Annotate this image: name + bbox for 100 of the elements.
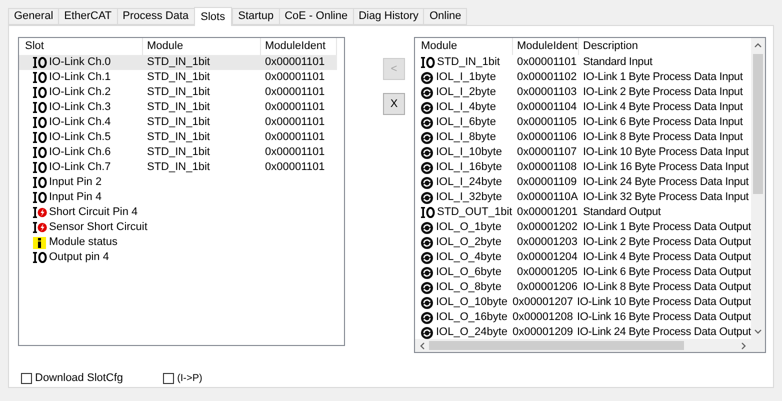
module-ident: 0x00001205 — [516, 266, 578, 278]
scroll-down-icon[interactable] — [754, 329, 762, 335]
module-row[interactable]: STD_OUT_1bit 0x00001201 Standard Output — [415, 205, 751, 220]
checkbox[interactable] — [163, 372, 174, 384]
slot-name: Output pin 4 — [49, 250, 109, 266]
tab[interactable]: Startup — [232, 8, 279, 25]
module-row[interactable]: IOL_I_4byte 0x00001104 IO-Link 4 Byte Process Data Input — [415, 100, 751, 115]
slot-row[interactable]: IO-Link Ch.5 STD_IN_1bit 0x00001101 — [19, 130, 337, 145]
module-ident: 0x00001104 — [517, 101, 577, 114]
slot-row[interactable]: Short Circuit Pin 4 — [19, 205, 337, 220]
module-ident: 0x00001106 — [517, 131, 577, 144]
slot-row[interactable]: Sensor Short Circuit — [19, 220, 337, 235]
module-row[interactable]: IOL_I_24byte 0x00001109 IO-Link 24 Byte Process Data Input — [415, 175, 751, 190]
slot-row[interactable]: Input Pin 4 — [19, 190, 337, 205]
slot-name: IO-Link Ch.4 — [49, 115, 111, 130]
scroll-thumb[interactable] — [753, 54, 763, 194]
slot-name: Input Pin 2 — [49, 175, 102, 190]
tab[interactable]: Online — [423, 8, 468, 25]
module-row[interactable]: IOL_O_24byte 0x00001209 IO-Link 24 Byte Process Data Output — [415, 325, 751, 339]
module-name: STD_IN_1bit — [147, 146, 210, 158]
module-ident: 0x00001201 — [517, 206, 578, 218]
checkbox-option[interactable]: Download SlotCfg — [21, 370, 124, 386]
module-row[interactable]: IOL_O_2byte 0x00001203 IO-Link 2 Byte Process Data Output — [415, 235, 751, 250]
slot-row[interactable]: Input Pin 2 — [19, 175, 337, 190]
column-header[interactable]: Description — [579, 38, 751, 55]
module-ident: 0x00001105 — [517, 116, 577, 128]
module-row[interactable]: IOL_O_1byte 0x00001202 IO-Link 1 Byte Process Data Output — [415, 220, 751, 235]
module-description: IO-Link 10 Byte Process Data Input — [583, 146, 749, 158]
slot-row[interactable]: IO-Link Ch.2 STD_IN_1bit 0x00001101 — [19, 85, 337, 100]
slot-row[interactable]: IO-Link Ch.6 STD_IN_1bit 0x00001101 — [19, 145, 337, 160]
checkbox-option[interactable]: (I->P) — [163, 370, 202, 386]
slot-row[interactable]: Module status — [19, 235, 337, 250]
slot-name: IO-Link Ch.2 — [49, 85, 111, 100]
module-description: IO-Link 8 Byte Process Data Output — [582, 281, 751, 294]
slot-row[interactable]: IO-Link Ch.3 STD_IN_1bit 0x00001101 — [19, 100, 337, 115]
module-description: IO-Link 4 Byte Process Data Output — [582, 251, 751, 264]
module-row[interactable]: IOL_I_6byte 0x00001105 IO-Link 6 Byte Process Data Input — [415, 115, 751, 130]
tab[interactable]: Diag History — [352, 8, 424, 25]
module-row[interactable]: IOL_I_10byte 0x00001107 IO-Link 10 Byte Process Data Input — [415, 145, 751, 160]
io-icon — [33, 162, 47, 173]
module-row[interactable]: IOL_O_6byte 0x00001205 IO-Link 6 Byte Process Data Output — [415, 265, 751, 280]
module-row[interactable]: IOL_I_16byte 0x00001108 IO-Link 16 Byte Process Data Input — [415, 160, 751, 175]
scroll-left-icon[interactable] — [419, 342, 425, 350]
io-icon — [33, 147, 47, 158]
io-icon — [33, 177, 47, 188]
slot-name: Module status — [49, 235, 118, 250]
cycle-icon — [421, 252, 433, 264]
vertical-scrollbar[interactable] — [751, 38, 765, 339]
cycle-icon — [421, 282, 433, 294]
module-ident: 0x00001101 — [265, 161, 325, 174]
tab[interactable]: Process Data — [116, 8, 194, 25]
cycle-icon — [421, 222, 433, 234]
module-description: IO-Link 2 Byte Process Data Input — [583, 86, 743, 98]
slot-name: IO-Link Ch.6 — [49, 145, 111, 160]
module-row[interactable]: IOL_I_2byte 0x00001103 IO-Link 2 Byte Process Data Input — [415, 85, 751, 100]
tab[interactable]: EtherCAT — [58, 8, 117, 25]
module-description: IO-Link 6 Byte Process Data Input — [583, 116, 743, 128]
column-header[interactable]: ModuleIdent — [513, 38, 579, 55]
module-description: Standard Output — [583, 206, 661, 218]
slot-name: IO-Link Ch.7 — [49, 160, 111, 176]
module-name: IOL_I_16byte — [436, 160, 502, 176]
module-ident: 0x00001208 — [512, 311, 574, 324]
module-name: IOL_O_8byte — [436, 280, 502, 296]
tab[interactable]: General — [8, 8, 58, 25]
module-row[interactable]: IOL_I_8byte 0x00001106 IO-Link 8 Byte Process Data Input — [415, 130, 751, 145]
cycle-icon — [421, 312, 433, 324]
module-name: IOL_O_1byte — [436, 220, 502, 236]
slot-row[interactable]: Output pin 4 — [19, 250, 337, 265]
cycle-icon — [421, 266, 433, 278]
module-description: IO-Link 8 Byte Process Data Input — [583, 131, 743, 144]
module-name: IOL_O_4byte — [436, 250, 502, 266]
module-name: IOL_I_6byte — [436, 115, 496, 130]
scroll-up-icon[interactable] — [754, 42, 762, 48]
module-row[interactable]: IOL_I_32byte 0x0000110A IO-Link 32 Byte Process Data Input — [415, 190, 751, 205]
module-row[interactable]: STD_IN_1bit 0x00001101 Standard Input — [415, 55, 751, 70]
module-ident: 0x00001101 — [265, 71, 325, 84]
tab[interactable]: CoE - Online — [278, 8, 353, 25]
checkbox[interactable] — [21, 372, 32, 384]
module-row[interactable]: IOL_O_16byte 0x00001208 IO-Link 16 Byte Process Data Output — [415, 310, 751, 325]
slot-name: Short Circuit Pin 4 — [49, 205, 138, 220]
slot-row[interactable]: IO-Link Ch.0 STD_IN_1bit 0x00001101 — [19, 55, 337, 70]
slot-row[interactable]: IO-Link Ch.1 STD_IN_1bit 0x00001101 — [19, 70, 337, 85]
io-icon — [421, 207, 435, 218]
module-name: IOL_O_10byte — [436, 295, 508, 310]
slot-row[interactable]: IO-Link Ch.4 STD_IN_1bit 0x00001101 — [19, 115, 337, 130]
remove-button[interactable]: X — [383, 93, 405, 115]
module-row[interactable]: IOL_O_10byte 0x00001207 IO-Link 10 Byte Process Data Output — [415, 295, 751, 310]
module-row[interactable]: IOL_O_8byte 0x00001206 IO-Link 8 Byte Process Data Output — [415, 280, 751, 295]
module-row[interactable]: IOL_I_1byte 0x00001102 IO-Link 1 Byte Process Data Input — [415, 70, 751, 85]
module-name: STD_IN_1bit — [147, 161, 210, 174]
scroll-right-icon[interactable] — [741, 342, 747, 350]
cycle-icon — [421, 162, 433, 174]
module-ident: 0x00001207 — [512, 296, 574, 308]
cycle-icon — [421, 72, 433, 84]
column-header[interactable]: Module — [415, 38, 513, 55]
slot-row[interactable]: IO-Link Ch.7 STD_IN_1bit 0x00001101 — [19, 160, 337, 175]
scroll-thumb[interactable] — [429, 341, 684, 350]
tab[interactable]: Slots — [194, 7, 232, 26]
horizontal-scrollbar[interactable] — [415, 339, 765, 352]
module-row[interactable]: IOL_O_4byte 0x00001204 IO-Link 4 Byte Process Data Output — [415, 250, 751, 265]
